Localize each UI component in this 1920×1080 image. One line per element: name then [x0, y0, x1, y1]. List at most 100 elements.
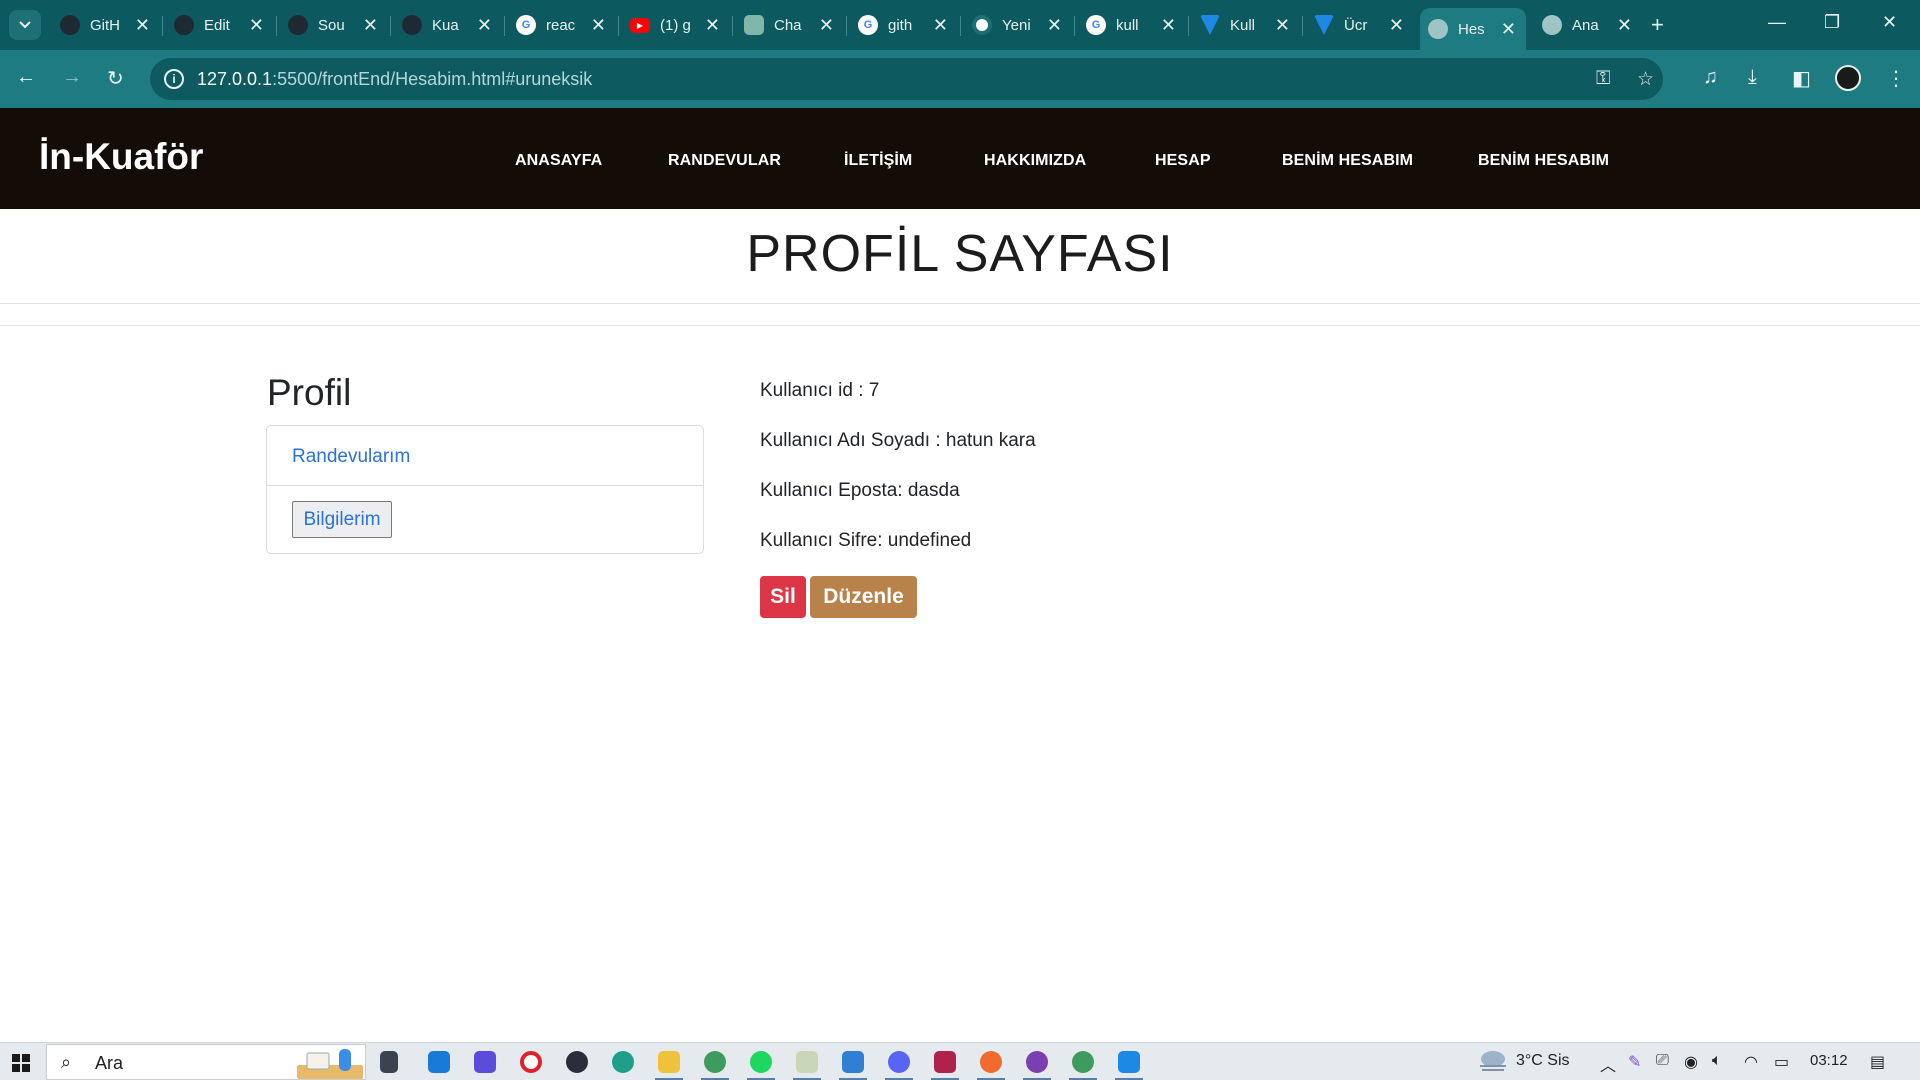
chrome-icon — [972, 15, 992, 35]
browser-tab[interactable]: Edit ✕ — [166, 8, 274, 42]
vpn-app-icon[interactable] — [566, 1051, 588, 1073]
browser-tab[interactable]: ▶ (1) g ✕ — [622, 8, 730, 42]
wifi-icon[interactable]: ◠ — [1744, 1052, 1758, 1072]
search-icon: ⌕ — [61, 1052, 72, 1072]
task-view-icon[interactable] — [380, 1051, 398, 1073]
github-icon — [60, 15, 80, 35]
mail-icon[interactable] — [428, 1051, 450, 1073]
close-icon[interactable]: ✕ — [1047, 15, 1062, 36]
opera-icon[interactable] — [520, 1051, 542, 1073]
browser-tab[interactable]: G reac ✕ — [508, 8, 616, 42]
side-panel-icon[interactable]: ◧ — [1792, 66, 1811, 91]
google-icon: G — [1086, 15, 1106, 35]
volume-icon[interactable]: 🔈︎ — [1712, 1052, 1722, 1070]
weather-text[interactable]: 3°C Sis — [1516, 1052, 1570, 1070]
window-close-icon[interactable]: ✕ — [1882, 12, 1897, 33]
meet-icon[interactable]: ◉ — [1684, 1052, 1698, 1072]
close-icon[interactable]: ✕ — [1389, 15, 1404, 36]
close-icon[interactable]: ✕ — [705, 15, 720, 36]
google-icon: G — [858, 15, 878, 35]
photos-icon[interactable] — [842, 1051, 864, 1073]
delete-button[interactable]: Sil — [760, 576, 806, 618]
browser-tab[interactable]: G kull ✕ — [1078, 8, 1186, 42]
vscode-icon[interactable] — [1118, 1051, 1140, 1073]
close-icon[interactable]: ✕ — [477, 15, 492, 36]
browser-tab[interactable]: Kull ✕ — [1192, 8, 1300, 42]
minimize-icon[interactable]: — — [1768, 12, 1786, 33]
close-icon[interactable]: ✕ — [591, 15, 606, 36]
close-icon[interactable]: ✕ — [1501, 19, 1516, 40]
bookmark-star-icon[interactable]: ☆ — [1637, 68, 1654, 91]
browser-tab[interactable]: Ana ✕ — [1534, 8, 1642, 42]
site-brand[interactable]: İn-Kuaför — [39, 136, 203, 178]
user-email-text: Kullanıcı Eposta: dasda — [760, 480, 960, 501]
divider — [0, 325, 1920, 326]
menu-kebab-icon[interactable]: ⋮ — [1886, 66, 1906, 91]
randevularim-link[interactable]: Randevularım — [292, 446, 410, 468]
postman-icon[interactable] — [980, 1051, 1002, 1073]
nav-link-benim-hesabim-2[interactable]: BENİM HESABIM — [1478, 152, 1609, 170]
browser-tab[interactable]: Yeni ✕ — [964, 8, 1072, 42]
browser-tab[interactable]: Sou ✕ — [280, 8, 388, 42]
github-desktop-icon[interactable] — [1026, 1051, 1048, 1073]
user-name-text: Kullanıcı Adı Soyadı : hatun kara — [760, 430, 1036, 451]
chatgpt-icon — [744, 15, 764, 35]
avatar[interactable] — [1835, 65, 1861, 91]
browser-tab[interactable]: Cha ✕ — [736, 8, 844, 42]
nav-link-benim-hesabim[interactable]: BENİM HESABIM — [1282, 152, 1413, 170]
nav-link-anasayfa[interactable]: ANASAYFA — [515, 152, 602, 170]
close-icon[interactable]: ✕ — [819, 15, 834, 36]
edit-button[interactable]: Düzenle — [810, 576, 917, 618]
vuetify-icon — [1200, 15, 1220, 35]
windows-start-icon[interactable] — [12, 1054, 30, 1072]
url-text[interactable]: 127.0.0.1:5500/frontEnd/Hesabim.html#uru… — [197, 69, 592, 90]
forward-icon[interactable]: → — [62, 66, 82, 89]
close-icon[interactable]: ✕ — [249, 15, 264, 36]
chrome-icon[interactable] — [704, 1051, 726, 1073]
site-info-icon[interactable]: i — [164, 69, 184, 89]
bilgilerim-button[interactable]: Bilgilerim — [292, 501, 392, 538]
nav-link-iletisim[interactable]: İLETİŞİM — [844, 152, 912, 170]
battery-icon[interactable]: ▭ — [1774, 1052, 1789, 1072]
new-tab-icon[interactable]: + — [1651, 12, 1664, 38]
close-icon[interactable]: ✕ — [1161, 15, 1176, 36]
tab-search-button[interactable] — [9, 10, 41, 40]
address-bar[interactable]: i 127.0.0.1:5500/frontEnd/Hesabim.html#u… — [150, 58, 1663, 100]
spotify-icon[interactable] — [750, 1051, 772, 1073]
close-icon[interactable]: ✕ — [1617, 15, 1632, 36]
password-key-icon[interactable]: ⚿ — [1596, 68, 1610, 90]
discord-icon[interactable] — [888, 1051, 910, 1073]
site-navbar: İn-Kuaför ANASAYFA RANDEVULAR İLETİŞİM H… — [0, 108, 1920, 209]
browser-tab[interactable]: Kua ✕ — [394, 8, 502, 42]
browser-tab-active[interactable]: Hes ✕ — [1420, 8, 1526, 50]
close-icon[interactable]: ✕ — [1275, 15, 1290, 36]
reload-icon[interactable]: ↻ — [107, 66, 124, 91]
close-icon[interactable]: ✕ — [135, 15, 150, 36]
notification-icon[interactable]: ▤ — [1870, 1052, 1885, 1072]
chevron-up-icon[interactable]: ︿ — [1600, 1052, 1616, 1076]
pen-tray-icon[interactable]: ✎ — [1628, 1052, 1641, 1072]
jetbrains-icon[interactable] — [934, 1051, 956, 1073]
nav-link-randevular[interactable]: RANDEVULAR — [668, 152, 781, 170]
close-icon[interactable]: ✕ — [363, 15, 378, 36]
edge-icon[interactable] — [612, 1051, 634, 1073]
close-icon[interactable]: ✕ — [933, 15, 948, 36]
nav-link-hakkimizda[interactable]: HAKKIMIZDA — [984, 152, 1086, 170]
browser-tab[interactable]: Ücr ✕ — [1306, 8, 1414, 42]
display-icon[interactable]: ⎚ — [1656, 1052, 1669, 1070]
taskbar-search[interactable]: ⌕ Ara — [46, 1044, 366, 1080]
nav-link-hesap[interactable]: HESAP — [1155, 152, 1211, 170]
browser-tab[interactable]: G gith ✕ — [850, 8, 958, 42]
chrome-icon[interactable] — [1072, 1051, 1094, 1073]
clock[interactable]: 03:12 — [1810, 1052, 1848, 1069]
browser-tab[interactable]: GitH ✕ — [52, 8, 160, 42]
restore-icon[interactable]: ❐ — [1824, 12, 1840, 33]
file-explorer-icon[interactable] — [658, 1051, 680, 1073]
back-icon[interactable]: ← — [16, 66, 36, 89]
paint-icon[interactable] — [796, 1051, 818, 1073]
media-control-icon[interactable]: ♫ — [1703, 66, 1718, 89]
download-icon[interactable]: ⤓ — [1748, 66, 1757, 89]
globe-icon — [1542, 15, 1562, 35]
chevron-down-icon — [19, 21, 31, 29]
pen-app-icon[interactable] — [474, 1051, 496, 1073]
